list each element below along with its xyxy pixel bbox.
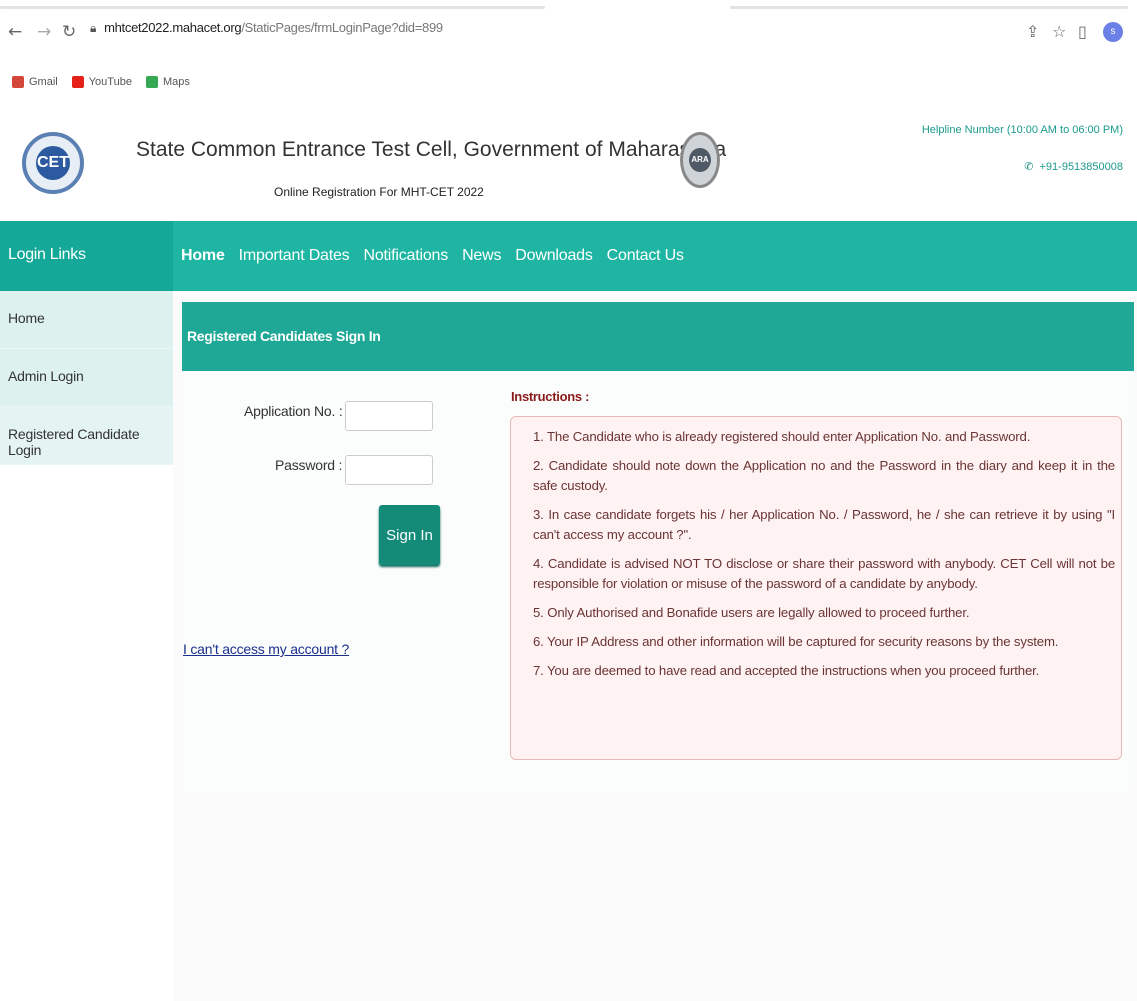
nav-news[interactable]: News [462,247,501,265]
tab-strip-left [0,6,545,9]
helpline-number: ✆ +91-9513850008 [1024,160,1123,173]
ara-logo-text: ARA [689,148,711,172]
browser-toolbar: ← → ↻ 🔒︎ mhtcet2022.mahacet.org/StaticPag… [0,0,1137,100]
instruction-item: 7. You are deemed to have read and accep… [533,663,1040,678]
helpline-label: Helpline Number (10:00 AM to 06:00 PM) [921,124,1123,136]
sidebar-item-admin-login[interactable]: Admin Login [0,349,173,407]
share-icon[interactable]: ⇪ [1026,22,1039,41]
instructions-title: Instructions : [511,389,590,404]
helpline-number-text: +91-9513850008 [1039,161,1124,173]
instructions-box: 1. The Candidate who is already register… [510,416,1122,760]
profile-avatar[interactable]: s [1103,22,1123,42]
bookmark-label: Gmail [29,76,58,88]
site-title: State Common Entrance Test Cell, Governm… [136,138,727,161]
password-label: Password : [275,457,343,473]
tab-strip-right [730,6,1128,9]
nav-important-dates[interactable]: Important Dates [239,247,350,265]
gmail-icon [12,76,24,88]
sidebar-title: Login Links [0,221,173,291]
address-bar[interactable]: 🔒︎ mhtcet2022.mahacet.org/StaticPages/frm… [90,20,443,36]
top-navigation: Home Important Dates Notifications News … [173,221,1137,291]
instruction-item: 3. In case candidate forgets his / her A… [533,507,1115,542]
ara-logo: ARA [680,132,720,188]
bookmark-label: Maps [162,76,190,88]
bookmarks-bar: Gmail YouTube Maps [12,76,190,88]
signin-button[interactable]: Sign In [379,505,440,565]
nav-home[interactable]: Home [181,247,225,265]
application-label: Application No. : [244,403,343,419]
application-number-input[interactable] [345,401,433,431]
maps-icon [145,76,158,88]
password-input[interactable] [345,455,433,485]
instructions-list: 1. The Candidate who is already register… [511,427,1115,681]
instruction-item: 2. Candidate should note down the Applic… [533,458,1115,493]
youtube-icon [71,76,84,88]
url-host: mhtcet2022.mahacet.org [104,20,242,35]
site-header: CET State Common Entrance Test Cell, Gov… [0,100,1137,221]
site-subtitle: Online Registration For MHT-CET 2022 [274,185,484,199]
back-arrow-icon[interactable]: ← [8,22,22,42]
forward-arrow-icon[interactable]: → [37,22,51,42]
sidebar: Home Admin Login Registered Candidate Lo… [0,291,173,1001]
instruction-item: 1. The Candidate who is already register… [533,429,1031,444]
sidebar-item-registered-candidate-login[interactable]: Registered Candidate Login [0,407,173,465]
url-path: /StaticPages/frmLoginPage?did=899 [241,20,443,35]
nav-contact-us[interactable]: Contact Us [607,247,684,265]
sidebar-item-home[interactable]: Home [0,291,173,349]
lock-icon: 🔒︎ [90,21,97,35]
nav-notifications[interactable]: Notifications [364,247,449,265]
nav-downloads[interactable]: Downloads [515,247,593,265]
panel-title: Registered Candidates Sign In [182,302,1134,371]
reload-icon[interactable]: ↻ [62,22,76,42]
phone-icon: ✆ [1024,160,1034,173]
sidepanel-icon[interactable]: ▯ [1078,22,1087,41]
cet-logo: CET [22,132,84,194]
bookmark-maps[interactable]: Maps [145,76,190,88]
cant-access-link[interactable]: I can't access my account ? [183,641,349,657]
instruction-item: 4. Candidate is advised NOT TO disclose … [533,556,1115,591]
instruction-item: 5. Only Authorised and Bonafide users ar… [533,605,970,620]
bookmark-gmail[interactable]: Gmail [12,76,58,88]
cet-logo-text: CET [36,146,70,180]
instruction-item: 6. Your IP Address and other information… [533,634,1059,649]
bookmark-youtube[interactable]: YouTube [71,76,132,88]
star-icon[interactable]: ☆ [1052,22,1066,41]
bookmark-label: YouTube [88,76,132,88]
